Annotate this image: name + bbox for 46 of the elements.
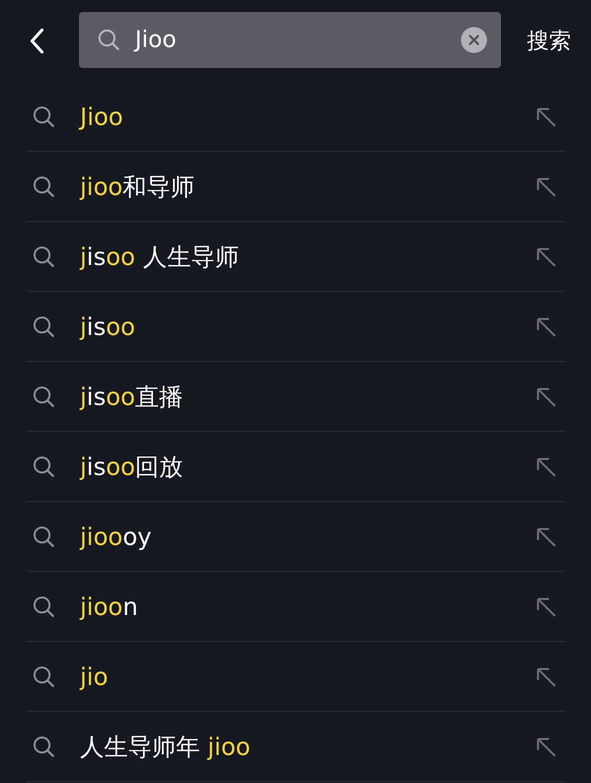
search-icon [32, 384, 56, 408]
suggestion-item[interactable]: 人生导师年 jioo [26, 712, 565, 782]
search-query: Jioo [135, 27, 178, 53]
search-icon [32, 104, 56, 128]
search-icon [32, 594, 56, 618]
arrow-up-left-icon[interactable] [535, 106, 557, 128]
suggestion-text: Jioo [80, 102, 124, 130]
clear-icon[interactable] [461, 27, 487, 53]
suggestion-text: jisoo 人生导师 [80, 242, 240, 272]
suggestion-item[interactable]: jio [26, 642, 565, 712]
suggestion-text: jioooy [80, 522, 153, 550]
suggestion-text: jioo和导师 [80, 172, 196, 202]
search-field[interactable]: Jioo [79, 12, 501, 68]
arrow-up-left-icon[interactable] [535, 386, 557, 408]
suggestion-text: 人生导师年 jioo [80, 732, 252, 762]
suggestion-text: jioon [80, 592, 139, 620]
arrow-up-left-icon[interactable] [535, 176, 557, 198]
suggestion-item[interactable]: jisoo回放 [26, 432, 565, 502]
arrow-up-left-icon[interactable] [535, 246, 557, 268]
suggestion-text: jisoo直播 [80, 382, 184, 412]
suggestion-item[interactable]: jioo和导师 [26, 152, 565, 222]
suggestion-text: jisoo回放 [80, 452, 184, 482]
search-icon [32, 664, 56, 688]
suggestion-item[interactable]: jisoo [26, 292, 565, 362]
search-icon [97, 28, 121, 52]
search-icon [32, 314, 56, 338]
suggestion-text: jio [80, 662, 110, 690]
suggestion-item[interactable]: Jioo [26, 82, 565, 152]
suggestion-item[interactable]: jioon [26, 572, 565, 642]
search-button[interactable]: 搜索 [527, 26, 571, 56]
arrow-up-left-icon[interactable] [535, 666, 557, 688]
search-icon [32, 454, 56, 478]
arrow-up-left-icon[interactable] [535, 736, 557, 758]
arrow-up-left-icon[interactable] [535, 456, 557, 478]
arrow-up-left-icon[interactable] [535, 316, 557, 338]
search-icon [32, 174, 56, 198]
suggestion-item[interactable]: jisoo 人生导师 [26, 222, 565, 292]
arrow-up-left-icon[interactable] [535, 526, 557, 548]
suggestion-text: jisoo [80, 312, 136, 340]
search-icon [32, 734, 56, 758]
search-icon [32, 244, 56, 268]
search-icon [32, 524, 56, 548]
suggestion-item[interactable]: jioooy [26, 502, 565, 572]
arrow-up-left-icon[interactable] [535, 596, 557, 618]
back-icon[interactable] [30, 28, 44, 54]
suggestion-item[interactable]: jisoo直播 [26, 362, 565, 432]
